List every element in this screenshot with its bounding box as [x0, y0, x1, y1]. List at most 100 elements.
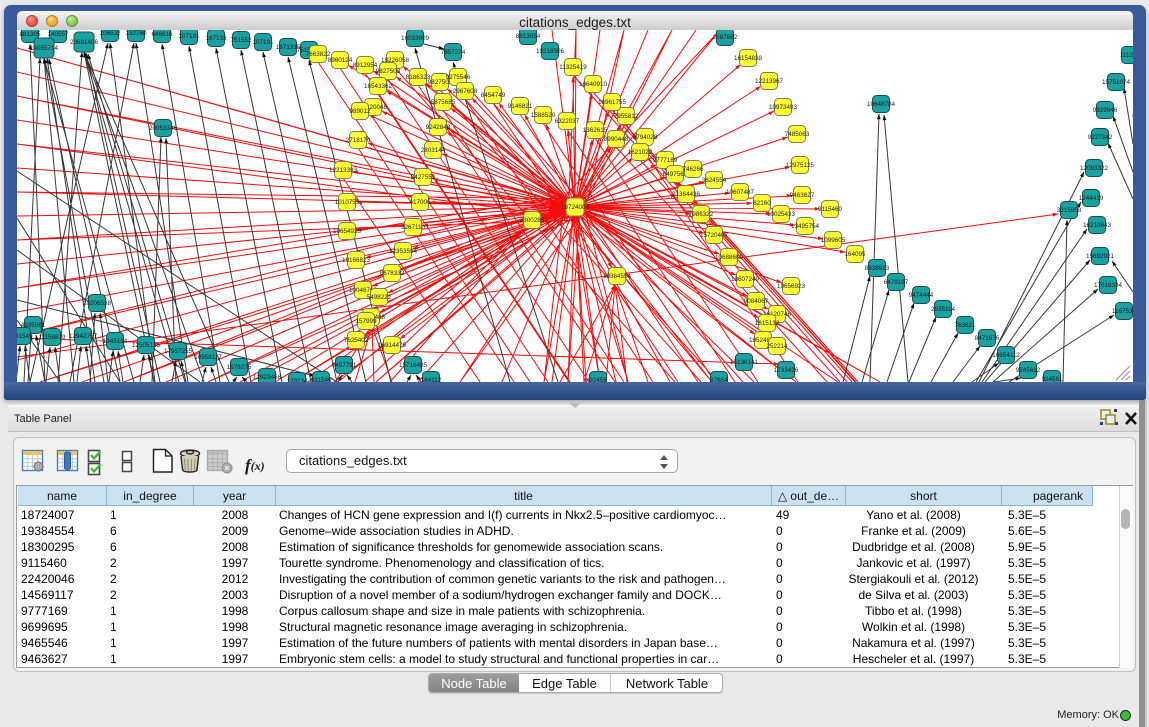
svg-text:9777169: 9777169	[653, 157, 678, 164]
svg-text:7857274: 7857274	[441, 49, 466, 56]
svg-text:10688609: 10688609	[715, 254, 744, 261]
svg-text:9457791: 9457791	[332, 362, 357, 369]
svg-text:8813054: 8813054	[516, 33, 541, 40]
svg-text:19218506: 19218506	[536, 48, 565, 55]
svg-text:10607487: 10607487	[726, 189, 755, 196]
svg-text:417006: 417006	[409, 199, 431, 206]
svg-text:7986322: 7986322	[689, 211, 714, 218]
svg-text:2935114: 2935114	[931, 306, 956, 313]
svg-text:5498222: 5498222	[367, 294, 392, 301]
svg-text:2718170: 2718170	[346, 137, 371, 144]
svg-text:1362615: 1362615	[583, 127, 608, 134]
svg-text:10648784: 10648784	[867, 101, 896, 108]
svg-text:931549: 931549	[310, 377, 332, 382]
svg-text:111247: 111247	[1120, 52, 1133, 59]
svg-text:6322037: 6322037	[555, 118, 580, 125]
svg-text:5875685: 5875685	[431, 99, 456, 106]
svg-text:19166823: 19166823	[342, 257, 371, 264]
svg-text:8427552: 8427552	[411, 174, 436, 181]
svg-text:15136141: 15136141	[730, 359, 759, 366]
svg-text:157999: 157999	[355, 318, 377, 325]
svg-text:1099605: 1099605	[821, 237, 846, 244]
svg-text:9275546: 9275546	[446, 74, 471, 81]
svg-text:10654112: 10654112	[992, 352, 1020, 359]
svg-text:746266: 746266	[682, 166, 704, 173]
svg-text:21364436: 21364436	[672, 191, 701, 198]
svg-text:7955812: 7955812	[614, 113, 639, 120]
svg-text:1244419: 1244419	[1079, 195, 1104, 202]
svg-text:7625402: 7625402	[344, 337, 369, 344]
svg-text:17016334: 17016334	[1094, 282, 1123, 289]
svg-text:7485063: 7485063	[785, 131, 810, 138]
svg-text:2803144: 2803144	[421, 147, 446, 154]
svg-text:18607249: 18607249	[731, 276, 760, 283]
svg-text:13495754: 13495754	[791, 223, 820, 230]
svg-text:9115460: 9115460	[818, 206, 843, 213]
svg-text:9329946: 9329946	[1093, 107, 1118, 114]
svg-text:9227342: 9227342	[1088, 134, 1113, 141]
svg-text:1588520: 1588520	[531, 112, 556, 119]
svg-text:12213393: 12213393	[329, 167, 358, 174]
svg-text:12975125: 12975125	[786, 162, 815, 169]
svg-text:15692921: 15692921	[1086, 253, 1115, 260]
svg-text:1621022: 1621022	[628, 149, 653, 156]
svg-text:15720407: 15720407	[700, 232, 729, 239]
svg-text:12093322: 12093322	[1080, 165, 1109, 172]
svg-text:8471676: 8471676	[975, 335, 1000, 342]
svg-text:164112: 164112	[421, 377, 442, 382]
svg-text:18724007: 18724007	[561, 204, 590, 211]
svg-text:9474444: 9474444	[909, 292, 934, 299]
svg-text:10973493: 10973493	[769, 104, 798, 111]
svg-text:12353594: 12353594	[389, 248, 418, 255]
svg-text:164095: 164095	[844, 251, 866, 258]
svg-text:16210643: 16210643	[1083, 222, 1112, 229]
svg-text:62160: 62160	[753, 200, 771, 207]
svg-text:989012: 989012	[349, 108, 371, 115]
svg-text:15716485: 15716485	[399, 362, 428, 369]
svg-text:1167534: 1167534	[1112, 308, 1133, 315]
svg-text:763621: 763621	[954, 322, 976, 329]
svg-text:16154838: 16154838	[734, 55, 763, 62]
svg-text:16033809: 16033809	[401, 35, 430, 42]
svg-text:6479197: 6479197	[884, 279, 909, 286]
svg-text:3267110: 3267110	[401, 224, 426, 231]
svg-text:15751074: 15751074	[1102, 79, 1131, 86]
svg-text:9245612: 9245612	[1016, 367, 1041, 374]
svg-text:9242848: 9242848	[426, 124, 451, 131]
svg-text:1615132: 1615132	[755, 320, 780, 327]
svg-text:f(x): f(x)	[245, 456, 265, 475]
svg-text:6794028: 6794028	[633, 134, 658, 141]
svg-text:11325419: 11325419	[559, 64, 587, 71]
svg-text:16961755: 16961755	[598, 99, 627, 106]
svg-text:1010755: 1010755	[335, 199, 360, 206]
svg-text:19656923: 19656923	[777, 283, 806, 290]
svg-text:3215958: 3215958	[1057, 207, 1082, 214]
svg-text:9084067: 9084067	[744, 298, 769, 305]
svg-text:9146821: 9146821	[508, 103, 533, 110]
svg-text:8454749: 8454749	[481, 92, 506, 99]
svg-text:3624554: 3624554	[702, 177, 727, 184]
svg-text:8960124: 8960124	[328, 57, 353, 64]
svg-text:2087682: 2087682	[713, 34, 738, 41]
svg-text:8912954: 8912954	[353, 62, 378, 69]
svg-text:9827503: 9827503	[376, 68, 401, 75]
svg-text:129234: 129234	[286, 378, 308, 382]
svg-text:2967608: 2967608	[453, 88, 478, 95]
svg-text:19654923: 19654923	[333, 228, 362, 235]
svg-text:12213967: 12213967	[755, 78, 784, 85]
svg-text:16640910: 16640910	[579, 81, 608, 88]
svg-text:8938923: 8938923	[865, 265, 890, 272]
svg-text:8678332: 8678332	[380, 270, 405, 277]
svg-text:10025433: 10025433	[767, 211, 796, 218]
svg-text:2300285: 2300285	[520, 217, 545, 224]
svg-text:8990448: 8990448	[604, 136, 629, 143]
svg-text:92456: 92456	[589, 377, 607, 382]
svg-text:87654: 87654	[710, 377, 728, 382]
svg-text:16543362: 16543362	[364, 83, 393, 90]
svg-text:16914479: 16914479	[378, 342, 407, 349]
svg-text:1733426: 1733426	[774, 367, 799, 374]
svg-text:19384554: 19384554	[603, 273, 632, 280]
svg-text:924561: 924561	[1041, 376, 1063, 382]
svg-text:9463627: 9463627	[790, 192, 815, 199]
svg-text:252214: 252214	[766, 343, 788, 350]
